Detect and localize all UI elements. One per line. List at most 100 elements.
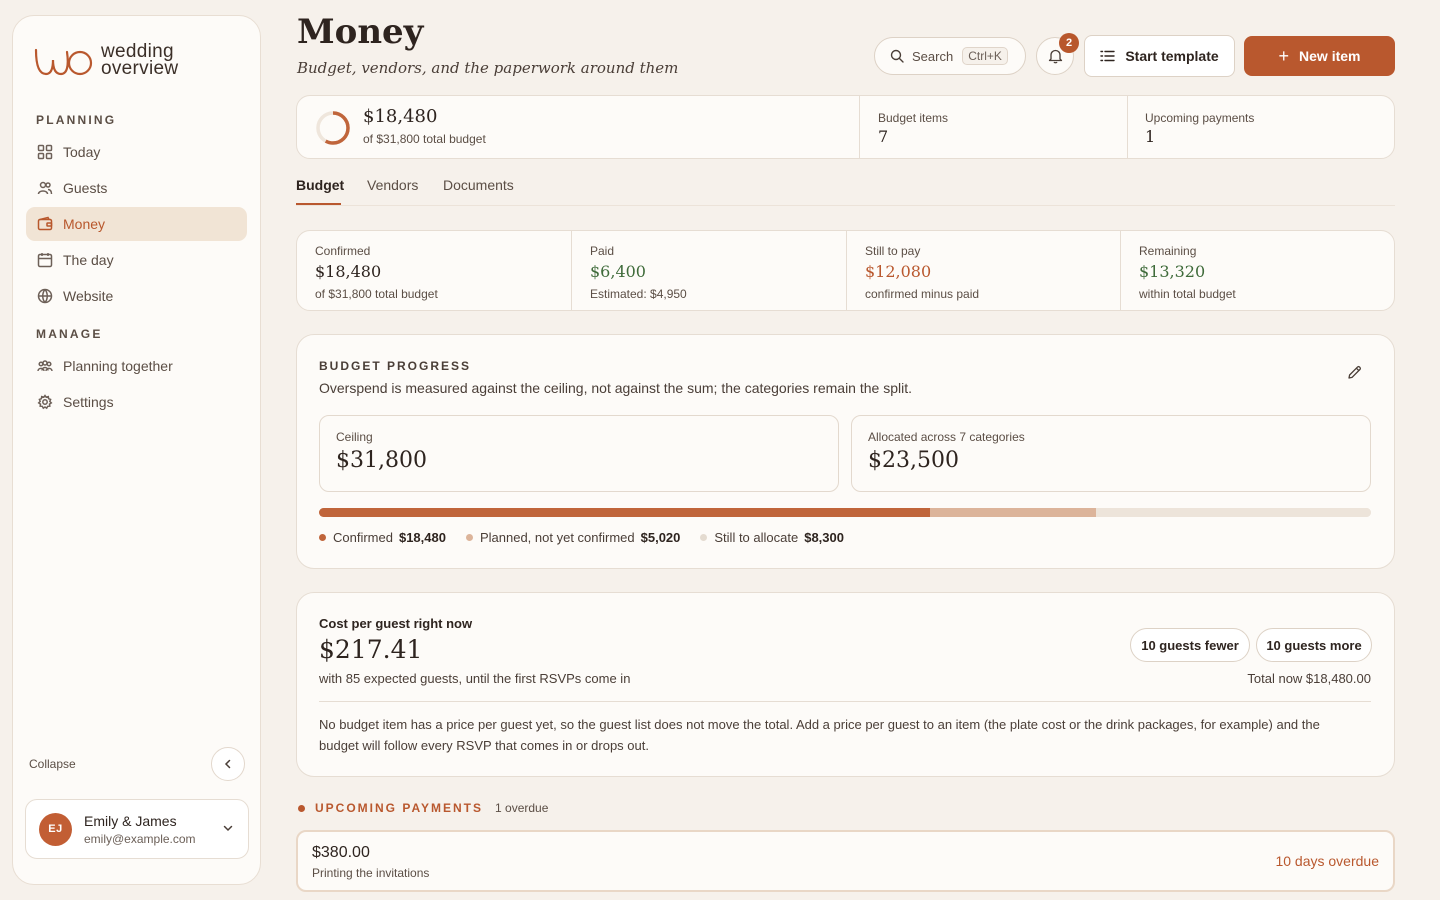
- bar-segment-unallocated: [1096, 508, 1371, 517]
- brand-logo[interactable]: wedding overview: [33, 40, 178, 80]
- user-email: emily@example.com: [84, 831, 196, 846]
- tab-budget[interactable]: Budget: [296, 177, 344, 193]
- tab-documents[interactable]: Documents: [443, 177, 514, 193]
- account-switcher[interactable]: EJ Emily & James emily@example.com: [25, 799, 249, 859]
- budget-progress-title: BUDGET PROGRESS: [319, 359, 472, 373]
- new-item-button[interactable]: + New item: [1244, 36, 1395, 76]
- stat-sub: within total budget: [1139, 287, 1236, 301]
- collapse-button[interactable]: [211, 747, 245, 781]
- sidebar-item-label: Settings: [63, 394, 114, 410]
- guests-more-button[interactable]: 10 guests more: [1256, 628, 1372, 662]
- stat-sub: of $31,800 total budget: [315, 287, 438, 301]
- summary-subtitle: of $31,800 total budget: [363, 132, 486, 146]
- avatar: EJ: [39, 812, 72, 846]
- bar-segment-confirmed: [319, 508, 931, 517]
- budget-progress-bar: [319, 508, 1371, 517]
- allocated-label: Allocated across 7 categories: [868, 430, 1025, 444]
- stat-sub: confirmed minus paid: [865, 287, 980, 301]
- notification-badge: 2: [1059, 33, 1079, 53]
- bar-segment-planned: [930, 508, 1097, 517]
- sidebar-item-website[interactable]: Website: [26, 279, 247, 313]
- total-now: Total now $18,480.00: [1247, 671, 1371, 686]
- legend-value: $5,020: [640, 530, 681, 545]
- sidebar-item-today[interactable]: Today: [26, 135, 247, 169]
- stat-label: Remaining: [1139, 244, 1197, 258]
- divider: [859, 96, 860, 158]
- cost-per-guest-subtitle: with 85 expected guests, until the first…: [319, 671, 631, 686]
- section-planning: PLANNING: [36, 113, 117, 127]
- tab-vendors[interactable]: Vendors: [367, 177, 418, 193]
- budget-progress-card: BUDGET PROGRESS Overspend is measured ag…: [296, 334, 1395, 569]
- budget-legend: Confirmed $18,480 Planned, not yet confi…: [319, 530, 864, 545]
- active-tab-indicator: [296, 203, 341, 205]
- sidebar-item-planning-together[interactable]: Planning together: [26, 349, 247, 383]
- allocated-box: Allocated across 7 categories $23,500: [851, 415, 1371, 492]
- budget-progress-ring: [316, 111, 350, 145]
- upcoming-payments-title: UPCOMING PAYMENTS: [315, 801, 484, 815]
- ceiling-box: Ceiling $31,800: [319, 415, 839, 492]
- sidebar-item-settings[interactable]: Settings: [26, 385, 247, 419]
- sidebar-item-guests[interactable]: Guests: [26, 171, 247, 205]
- legend-label: Still to allocate: [714, 530, 799, 545]
- stat-value: $12,080: [865, 262, 932, 281]
- payment-row[interactable]: $380.00 Printing the invitations 10 days…: [296, 830, 1395, 892]
- page-title: Money: [297, 12, 424, 52]
- group-icon: [37, 360, 53, 372]
- stat-paid: Paid $6,400 Estimated: $4,950: [571, 231, 845, 310]
- guests-fewer-button[interactable]: 10 guests fewer: [1130, 628, 1250, 662]
- search-label: Search: [912, 48, 954, 64]
- search-shortcut: Ctrl+K: [962, 47, 1008, 65]
- gear-icon: [37, 394, 53, 410]
- collapse-label[interactable]: Collapse: [29, 757, 76, 771]
- stat-confirmed: Confirmed $18,480 of $31,800 total budge…: [297, 231, 571, 310]
- legend-dot: [319, 534, 326, 541]
- legend-label: Confirmed: [333, 530, 393, 545]
- sidebar-item-label: Guests: [63, 180, 108, 196]
- stat-remaining: Remaining $13,320 within total budget: [1120, 231, 1394, 310]
- legend-label: Planned, not yet confirmed: [479, 530, 635, 545]
- new-item-label: New item: [1299, 48, 1361, 64]
- budget-items-value: 7: [878, 127, 889, 146]
- ceiling-value: $31,800: [336, 448, 427, 473]
- list-icon: [1100, 50, 1116, 62]
- grid-icon: [37, 144, 53, 160]
- users-icon: [37, 181, 53, 195]
- sidebar-item-label: The day: [63, 252, 114, 268]
- budget-progress-description: Overspend is measured against the ceilin…: [319, 380, 912, 396]
- cost-per-guest-value: $217.41: [319, 635, 423, 664]
- sidebar: wedding overview PLANNING Today Guests M…: [12, 15, 261, 885]
- brand-name: wedding overview: [101, 42, 179, 79]
- notifications-button[interactable]: 2: [1036, 33, 1079, 75]
- legend-value: $8,300: [804, 530, 844, 545]
- summary-amount: $18,480: [363, 106, 438, 127]
- stat-label: Still to pay: [865, 244, 921, 258]
- sidebar-item-label: Money: [63, 216, 106, 232]
- start-template-button[interactable]: Start template: [1084, 35, 1235, 77]
- divider: [319, 701, 1371, 702]
- cost-per-guest-label: Cost per guest right now: [319, 616, 473, 631]
- plus-icon: +: [1278, 45, 1290, 66]
- budget-stats: Confirmed $18,480 of $31,800 total budge…: [296, 230, 1395, 311]
- bell-icon: [1048, 49, 1062, 64]
- sidebar-item-label: Planning together: [63, 358, 173, 374]
- brand-line-2: overview: [101, 58, 179, 79]
- section-manage: MANAGE: [36, 327, 103, 341]
- sidebar-item-money[interactable]: Money: [26, 207, 247, 241]
- sidebar-item-the-day[interactable]: The day: [26, 243, 247, 277]
- payment-status: 10 days overdue: [1275, 853, 1379, 869]
- user-name: Emily & James: [84, 812, 177, 829]
- sidebar-item-label: Website: [63, 288, 114, 304]
- stat-label: Paid: [590, 244, 615, 258]
- search-button[interactable]: Search Ctrl+K: [874, 37, 1026, 75]
- upcoming-payments-value: 1: [1145, 127, 1156, 146]
- legend-item: Planned, not yet confirmed $5,020: [465, 530, 681, 545]
- ceiling-label: Ceiling: [336, 430, 373, 444]
- budget-items-label: Budget items: [878, 111, 949, 125]
- divider: [1127, 96, 1128, 158]
- stat-sub: Estimated: $4,950: [590, 287, 687, 301]
- payment-description: Printing the invitations: [312, 866, 430, 880]
- pencil-icon[interactable]: [1347, 365, 1362, 380]
- upcoming-payments-header: UPCOMING PAYMENTS 1 overdue: [298, 801, 548, 815]
- sidebar-item-label: Today: [63, 144, 101, 160]
- stat-still-to-pay: Still to pay $12,080 confirmed minus pai…: [846, 231, 1120, 310]
